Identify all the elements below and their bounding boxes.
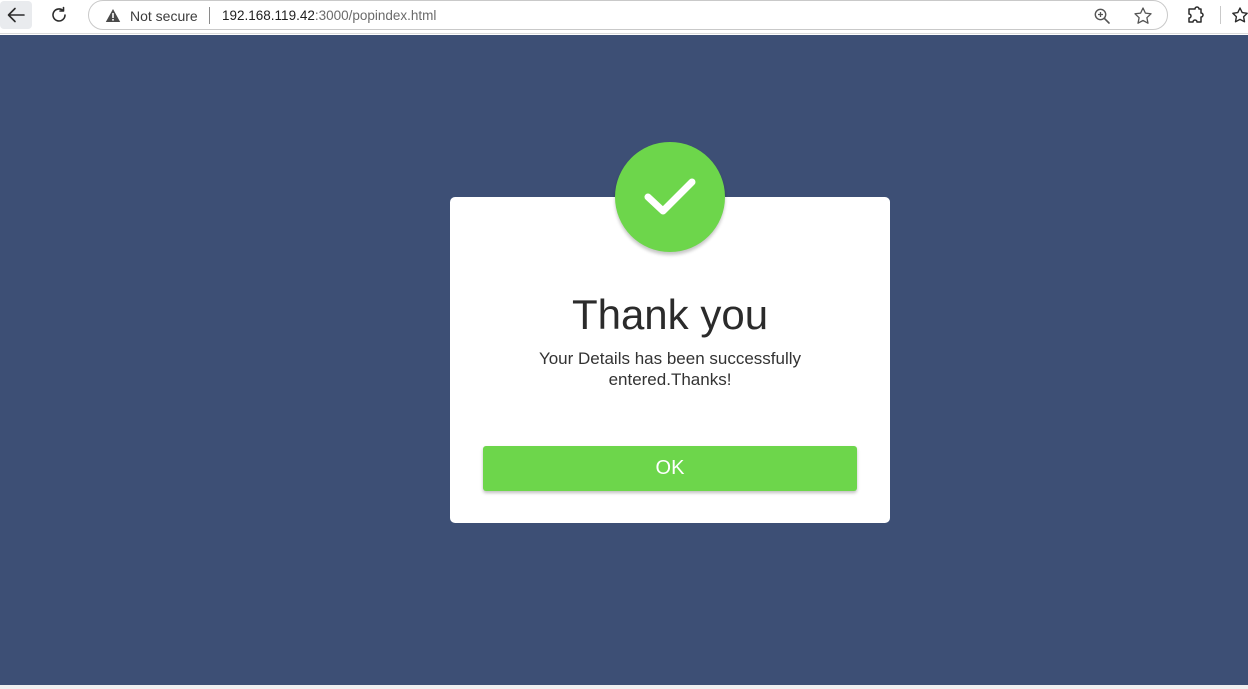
- modal-message: Your Details has been successfully enter…: [538, 349, 802, 389]
- modal-title: Thank you: [571, 291, 769, 338]
- back-button[interactable]: [0, 1, 32, 29]
- address-divider: [209, 7, 210, 24]
- favorites-icon[interactable]: [1230, 5, 1248, 27]
- address-bar[interactable]: Not secure 192.168.119.42:3000/popindex.…: [88, 0, 1168, 30]
- success-badge: [615, 142, 725, 252]
- checkmark-icon: [644, 178, 696, 215]
- url-host: 192.168.119.42: [222, 8, 315, 23]
- zoom-icon[interactable]: [1093, 7, 1111, 25]
- ok-button[interactable]: OK: [483, 446, 857, 491]
- page-background: Thank you Your Details has been successf…: [0, 35, 1248, 685]
- url-text[interactable]: 192.168.119.42:3000/popindex.html: [222, 8, 436, 23]
- toolbar-divider: [1220, 6, 1221, 24]
- window-bottom-edge: [0, 685, 1248, 689]
- reload-button[interactable]: [43, 1, 75, 29]
- security-status-label[interactable]: Not secure: [130, 8, 198, 24]
- url-path: :3000/popindex.html: [314, 8, 437, 23]
- browser-toolbar: Not secure 192.168.119.42:3000/popindex.…: [0, 0, 1248, 34]
- thank-you-modal: Thank you Your Details has been successf…: [450, 142, 890, 523]
- extensions-icon[interactable]: [1184, 5, 1206, 27]
- reload-icon: [52, 6, 66, 22]
- warning-icon[interactable]: [105, 8, 121, 23]
- back-arrow-icon: [7, 7, 25, 23]
- star-icon[interactable]: [1133, 6, 1153, 26]
